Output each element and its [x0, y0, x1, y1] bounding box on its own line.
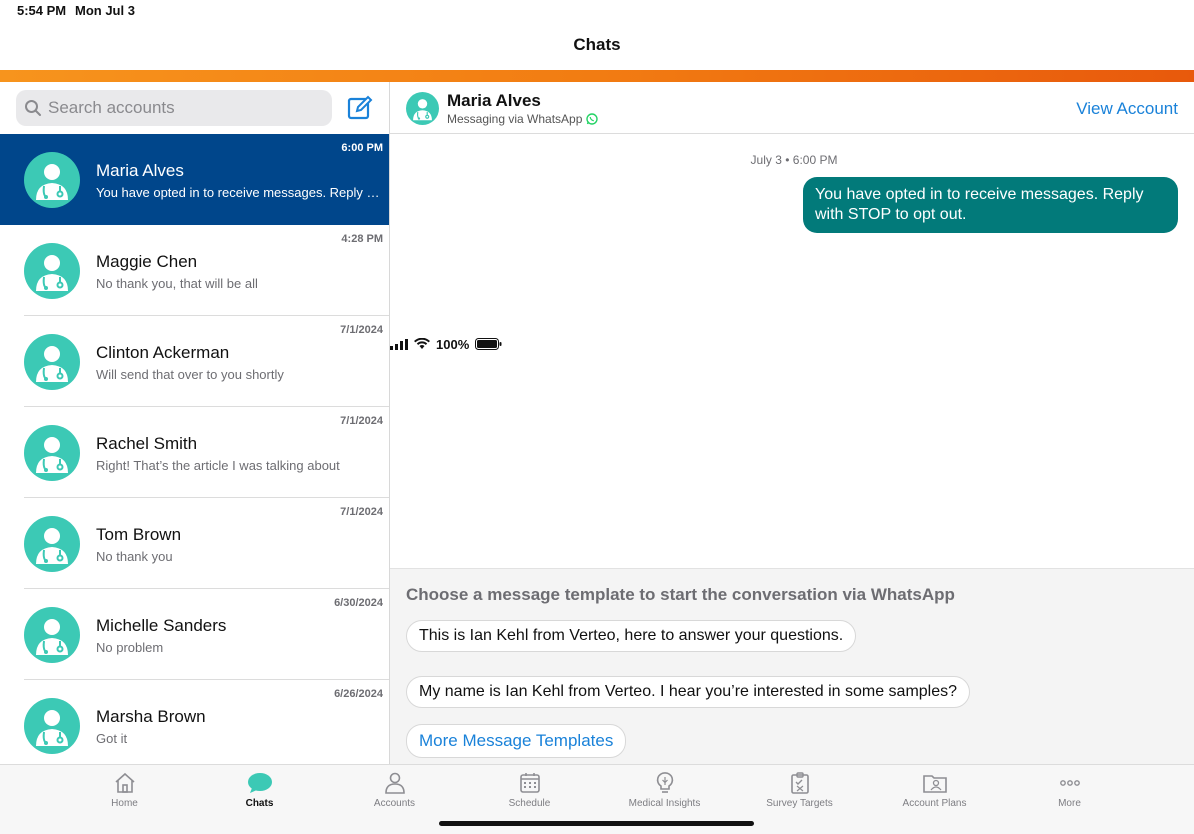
tab-label: Chats [245, 798, 274, 809]
more-templates-button[interactable]: More Message Templates [406, 724, 627, 758]
chat-preview: Got it [96, 731, 128, 746]
search-input[interactable] [48, 98, 318, 118]
doctor-avatar-icon [24, 334, 80, 390]
tab-home[interactable]: Home [57, 771, 192, 809]
template-option-1[interactable]: This is Ian Kehl from Verteo, here to an… [406, 620, 857, 652]
accent-bar [0, 70, 1194, 82]
search-icon [25, 100, 41, 116]
chat-time: 7/1/2024 [340, 415, 383, 427]
tab-schedule[interactable]: Schedule [462, 771, 597, 809]
doctor-avatar-icon [24, 152, 80, 208]
tab-label: Home [111, 798, 138, 809]
chat-preview: No problem [96, 640, 164, 655]
conversation-header: Maria Alves Messaging via WhatsApp View … [390, 82, 1194, 134]
chat-preview: No thank you, that will be all [96, 276, 258, 291]
chat-name: Maggie Chen [96, 252, 198, 271]
template-prompt: Choose a message template to start the c… [406, 585, 955, 604]
clipboard-icon [790, 772, 809, 794]
chat-preview: Will send that over to you shortly [96, 367, 284, 382]
chat-row-rachel-smith[interactable]: 7/1/2024 Rachel Smith Right! That’s the … [0, 407, 389, 498]
chat-name: Marsha Brown [96, 707, 206, 726]
doctor-avatar-icon [24, 516, 80, 572]
chat-time: 7/1/2024 [340, 506, 383, 518]
chat-preview: Right! That’s the article I was talking … [96, 458, 340, 473]
chat-time: 6:00 PM [341, 142, 383, 154]
tab-survey-targets[interactable]: Survey Targets [732, 771, 867, 809]
chat-row-marsha-brown[interactable]: 6/26/2024 Marsha Brown Got it [0, 680, 389, 764]
tab-label: More [1058, 798, 1081, 809]
chat-name: Tom Brown [96, 525, 182, 544]
chat-name: Clinton Ackerman [96, 343, 230, 362]
calendar-icon [519, 773, 540, 793]
dot-separator: • [785, 153, 790, 167]
chat-row-tom-brown[interactable]: 7/1/2024 Tom Brown No thank you [0, 498, 389, 589]
doctor-avatar-icon [24, 243, 80, 299]
lightbulb-icon [656, 772, 673, 793]
status-date: Mon Jul 3 [75, 3, 135, 18]
tab-chats[interactable]: Chats [192, 771, 327, 809]
message-timestamp: July 3 • 6:00 PM [390, 153, 1194, 167]
chat-row-maria-alves[interactable]: 6:00 PM Maria Alves You have opted in to… [0, 134, 389, 225]
doctor-avatar-icon [24, 607, 80, 663]
chat-list: 6:00 PM Maria Alves You have opted in to… [0, 134, 389, 764]
folder-icon [922, 775, 947, 793]
chat-time: 6/26/2024 [334, 688, 383, 700]
chat-row-michelle-sanders[interactable]: 6/30/2024 Michelle Sanders No problem [0, 589, 389, 680]
chat-name: Maria Alves [96, 161, 184, 180]
chat-time: 4:28 PM [341, 233, 383, 245]
tab-label: Medical Insights [628, 798, 701, 809]
tab-label: Account Plans [902, 798, 967, 809]
doctor-avatar-icon [406, 92, 439, 125]
message-time: 6:00 PM [792, 153, 838, 167]
search-bar[interactable] [16, 90, 332, 126]
chat-name: Rachel Smith [96, 434, 198, 453]
tab-accounts[interactable]: Accounts [327, 771, 462, 809]
message-bubble: You have opted in to receive messages. R… [803, 177, 1178, 233]
chat-time: 7/1/2024 [340, 324, 383, 336]
channel-label: Messaging via WhatsApp [447, 112, 583, 126]
more-dots-icon [1059, 780, 1080, 786]
page-title: Chats [573, 35, 621, 54]
template-option-2[interactable]: My name is Ian Kehl from Verteo. I hear … [406, 676, 971, 708]
chat-row-maggie-chen[interactable]: 4:28 PM Maggie Chen No thank you, that w… [0, 225, 389, 316]
messaging-channel: Messaging via WhatsApp [447, 112, 599, 126]
tab-label: Schedule [508, 798, 551, 809]
view-account-link[interactable]: View Account [1076, 99, 1178, 119]
doctor-avatar-icon [24, 698, 80, 754]
tab-account-plans[interactable]: Account Plans [867, 771, 1002, 809]
chat-bubble-icon [247, 773, 272, 793]
chat-list-pane: 6:00 PM Maria Alves You have opted in to… [0, 82, 390, 764]
chat-time: 6/30/2024 [334, 597, 383, 609]
tab-more[interactable]: More [1002, 771, 1137, 809]
doctor-avatar-icon [24, 425, 80, 481]
conversation-name: Maria Alves [447, 91, 541, 110]
tab-medical-insights[interactable]: Medical Insights [597, 771, 732, 809]
status-time: 5:54 PM [17, 3, 67, 18]
conversation-pane: Maria Alves Messaging via WhatsApp View … [390, 82, 1194, 764]
compose-icon[interactable] [346, 94, 374, 122]
home-indicator[interactable] [439, 821, 754, 826]
message-date: July 3 [750, 153, 782, 167]
template-panel: Choose a message template to start the c… [390, 568, 1194, 764]
chat-preview: No thank you [96, 549, 173, 564]
tab-label: Survey Targets [766, 798, 833, 809]
chat-row-clinton-ackerman[interactable]: 7/1/2024 Clinton Ackerman Will send that… [0, 316, 389, 407]
accounts-icon [384, 772, 405, 794]
home-icon [114, 772, 135, 793]
chat-preview: You have opted in to receive messages. R… [96, 185, 382, 200]
whatsapp-icon [586, 113, 599, 125]
tab-label: Accounts [373, 798, 416, 809]
chat-name: Michelle Sanders [96, 616, 227, 635]
status-bar: 5:54 PM Mon Jul 3 100% [0, 0, 1194, 352]
